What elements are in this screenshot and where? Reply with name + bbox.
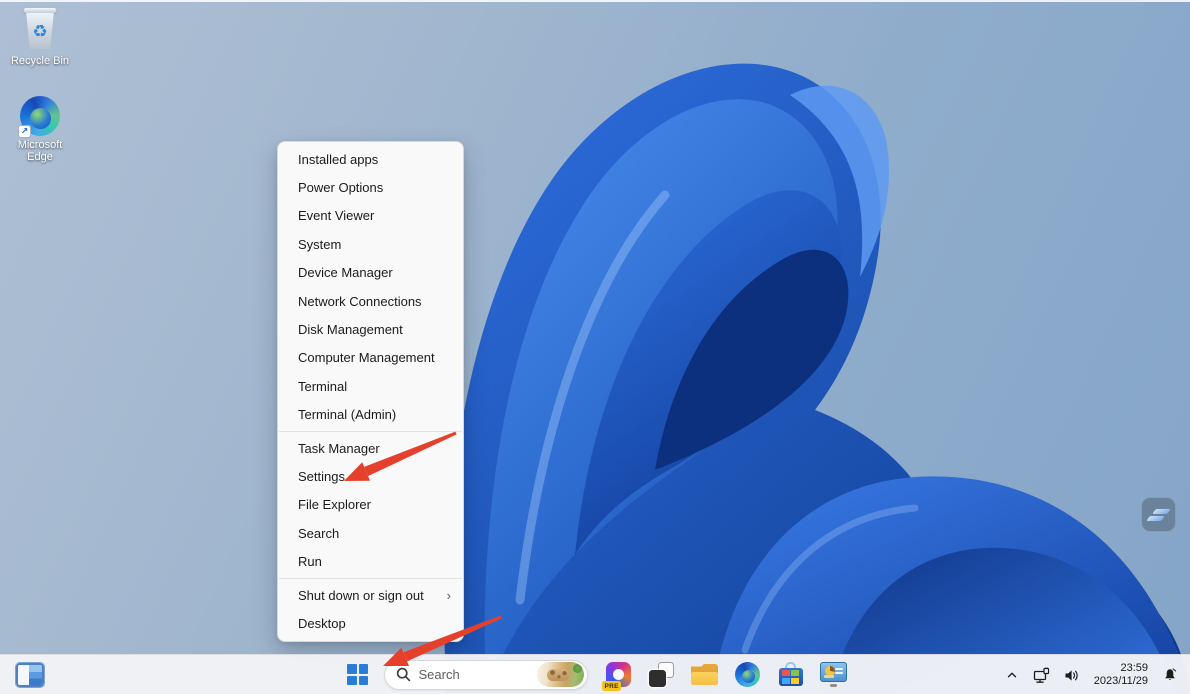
menu-item-computer-management[interactable]: Computer Management — [278, 344, 463, 372]
taskbar: PRE — [0, 654, 1190, 694]
task-view-icon — [649, 662, 674, 687]
copilot-icon: PRE — [606, 662, 631, 687]
start-button[interactable] — [340, 657, 376, 693]
menu-item-label: Device Manager — [298, 265, 393, 280]
system-app-button[interactable] — [817, 657, 851, 693]
notification-center-button[interactable] — [1158, 659, 1182, 691]
volume-tray-button[interactable] — [1060, 659, 1084, 691]
menu-item-label: System — [298, 237, 341, 252]
chevron-right-icon: › — [447, 588, 451, 603]
tray-date: 2023/11/29 — [1094, 675, 1148, 688]
file-explorer-icon — [691, 664, 718, 685]
menu-item-system[interactable]: System — [278, 230, 463, 258]
menu-item-terminal-admin[interactable]: Terminal (Admin) — [278, 401, 463, 429]
menu-item-label: File Explorer — [298, 497, 371, 512]
menu-item-run[interactable]: Run — [278, 547, 463, 575]
assistant-icon — [1152, 509, 1171, 514]
edge-icon: ↗ — [20, 96, 60, 136]
start-icon — [347, 664, 368, 685]
notification-bell-icon — [1162, 667, 1178, 683]
file-explorer-button[interactable] — [688, 657, 722, 693]
edge-icon — [735, 662, 760, 687]
tray-overflow-button[interactable] — [1000, 659, 1024, 691]
menu-item-label: Disk Management — [298, 322, 403, 337]
copilot-button[interactable]: PRE — [602, 657, 636, 693]
menu-item-device-manager[interactable]: Device Manager — [278, 259, 463, 287]
volume-icon — [1063, 667, 1080, 684]
screenshot-top-border — [0, 0, 1190, 2]
menu-item-network-connections[interactable]: Network Connections — [278, 287, 463, 315]
search-input[interactable] — [419, 667, 527, 682]
recycle-bin-icon: ♻ — [21, 8, 59, 52]
menu-item-label: Installed apps — [298, 152, 378, 167]
menu-item-label: Run — [298, 554, 322, 569]
network-tray-button[interactable] — [1030, 659, 1054, 691]
menu-item-label: Desktop — [298, 616, 346, 631]
menu-item-label: Computer Management — [298, 350, 435, 365]
tray-time: 23:59 — [1094, 662, 1148, 675]
search-icon — [396, 667, 411, 682]
menu-item-label: Task Manager — [298, 441, 380, 456]
desktop: ♻ Recycle Bin ↗ Microsoft Edge Installed… — [0, 0, 1190, 694]
desktop-icon-microsoft-edge[interactable]: ↗ Microsoft Edge — [4, 96, 76, 163]
menu-item-disk-management[interactable]: Disk Management — [278, 315, 463, 343]
bing-daily-image[interactable] — [537, 662, 584, 687]
menu-separator — [279, 578, 462, 579]
menu-item-desktop[interactable]: Desktop — [278, 609, 463, 637]
menu-item-label: Power Options — [298, 180, 383, 195]
network-icon — [1033, 667, 1050, 684]
menu-item-terminal[interactable]: Terminal — [278, 372, 463, 400]
store-icon — [778, 662, 803, 687]
menu-item-event-viewer[interactable]: Event Viewer — [278, 202, 463, 230]
menu-item-label: Search — [298, 526, 339, 541]
desktop-icon-recycle-bin[interactable]: ♻ Recycle Bin — [4, 8, 76, 67]
winx-context-menu: Installed apps Power Options Event Viewe… — [277, 141, 464, 642]
menu-item-task-manager[interactable]: Task Manager — [278, 434, 463, 462]
task-view-button[interactable] — [645, 657, 679, 693]
panel-icon[interactable] — [16, 663, 44, 687]
menu-item-label: Settings — [298, 469, 345, 484]
menu-item-file-explorer[interactable]: File Explorer — [278, 491, 463, 519]
shortcut-arrow-icon: ↗ — [18, 125, 31, 138]
microsoft-store-button[interactable] — [774, 657, 808, 693]
menu-item-settings[interactable]: Settings — [278, 462, 463, 490]
menu-item-installed-apps[interactable]: Installed apps — [278, 145, 463, 173]
menu-item-power-options[interactable]: Power Options — [278, 173, 463, 201]
clock[interactable]: 23:59 2023/11/29 — [1090, 662, 1152, 688]
edge-button[interactable] — [731, 657, 765, 693]
system-app-icon — [820, 662, 847, 682]
icon-label: Microsoft Edge — [4, 139, 76, 163]
icon-label: Recycle Bin — [11, 55, 69, 67]
taskbar-search-box[interactable] — [384, 660, 588, 690]
menu-item-shut-down-or-sign-out[interactable]: Shut down or sign out › — [278, 581, 463, 609]
menu-item-search[interactable]: Search — [278, 519, 463, 547]
menu-item-label: Event Viewer — [298, 208, 374, 223]
running-indicator — [830, 684, 837, 687]
chevron-up-icon — [1005, 668, 1019, 682]
menu-item-label: Terminal — [298, 379, 347, 394]
wallpaper-bloom — [0, 0, 1190, 694]
menu-separator — [279, 431, 462, 432]
menu-item-label: Terminal (Admin) — [298, 407, 396, 422]
menu-item-label: Shut down or sign out — [298, 588, 424, 603]
menu-item-label: Network Connections — [298, 294, 422, 309]
assistant-floating-button[interactable] — [1141, 497, 1176, 532]
copilot-preview-badge: PRE — [602, 681, 621, 691]
